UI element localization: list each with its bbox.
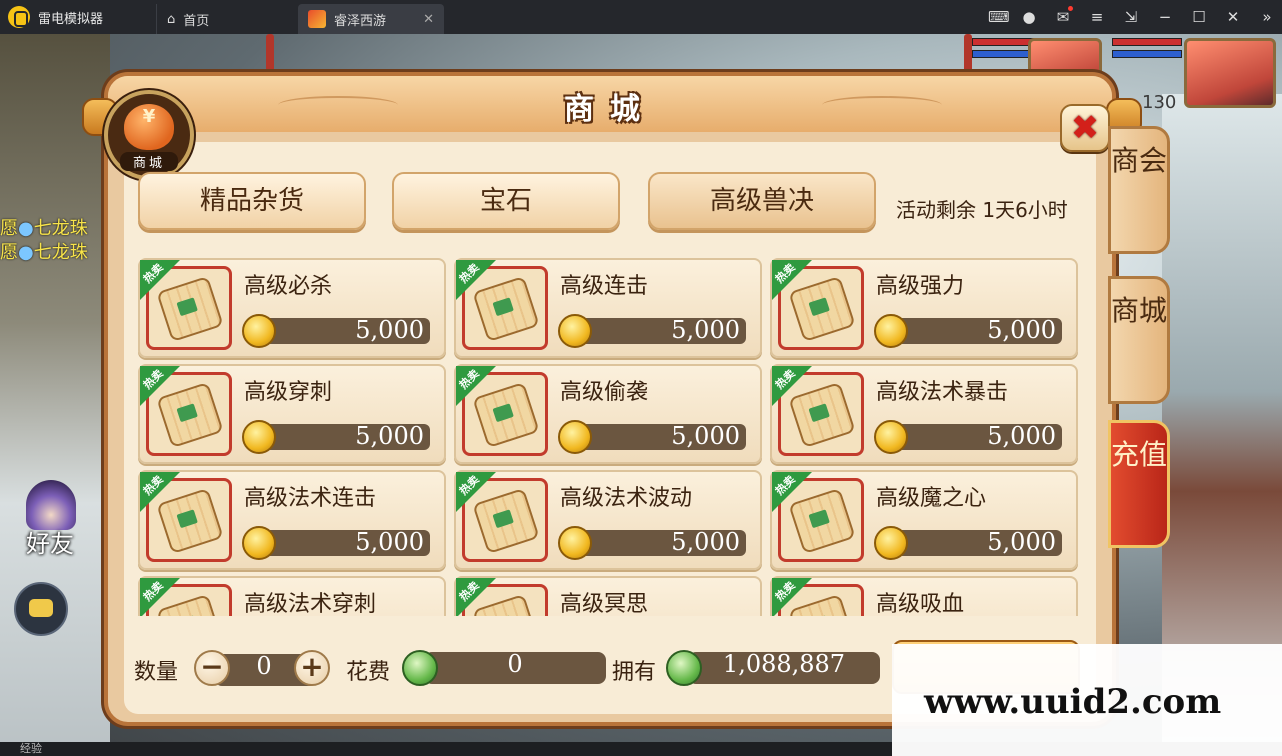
shop-item-card[interactable]: 热卖 高级必杀 5,000 — [138, 258, 446, 358]
collapse-icon[interactable]: » — [1260, 8, 1274, 26]
item-name: 高级强力 — [876, 274, 965, 299]
chat-line: 愿●七龙珠 — [0, 242, 88, 263]
emulator-titlebar: 雷电模拟器 ⌂ 首页 睿泽西游 ✕ ⌨ ● ✉ ≡ ⇲ − ☐ ✕ » — [0, 0, 1282, 34]
gold-coin-icon — [558, 420, 592, 454]
item-name: 高级法术波动 — [560, 486, 693, 511]
gold-coin-icon — [558, 314, 592, 348]
item-name: 高级魔之心 — [876, 486, 987, 511]
item-price: 5,000 — [671, 422, 740, 450]
item-name: 高级冥思 — [560, 592, 649, 616]
friend-avatar-icon — [26, 480, 76, 530]
game-icon — [308, 10, 326, 28]
cost-label: 花费 — [346, 660, 391, 685]
close-icon[interactable]: ✕ — [1226, 8, 1240, 26]
owned-label: 拥有 — [612, 660, 657, 685]
tab-home-label: 首页 — [183, 13, 210, 29]
friends-button[interactable]: 好友 — [12, 474, 92, 564]
item-name: 高级穿刺 — [244, 380, 333, 405]
event-timer: 活动剩余 1天6小时 — [896, 198, 1068, 222]
tab-home[interactable]: ⌂ 首页 — [156, 4, 296, 34]
item-price: 5,000 — [355, 528, 424, 556]
item-price: 5,000 — [671, 316, 740, 344]
item-price: 5,000 — [987, 422, 1056, 450]
item-name: 高级法术穿刺 — [244, 592, 377, 616]
shop-item-card[interactable]: 热卖 高级强力 5,000 — [770, 258, 1078, 358]
item-name: 高级法术连击 — [244, 486, 377, 511]
side-tab-guild-shop[interactable]: 商会 — [1108, 126, 1170, 254]
gold-coin-icon — [558, 526, 592, 560]
tab-game-label: 睿泽西游 — [334, 13, 387, 29]
category-general-goods[interactable]: 精品杂货 — [138, 172, 366, 230]
gold-coin-icon — [242, 420, 276, 454]
gamepad-icon[interactable]: ⌨ — [988, 8, 1010, 26]
close-x-icon: ✖ — [1070, 108, 1100, 148]
emulator-logo-icon — [8, 6, 30, 28]
gold-coin-icon — [874, 420, 908, 454]
item-price: 5,000 — [355, 316, 424, 344]
app-name: 雷电模拟器 — [38, 11, 104, 27]
window-controls: ⌨ ● ✉ ≡ ⇲ − ☐ ✕ » — [988, 0, 1274, 34]
player-level: 130 — [1142, 92, 1177, 113]
friends-label: 好友 — [26, 530, 74, 558]
shop-item-card[interactable]: 热卖 高级法术穿刺 — [138, 576, 446, 616]
side-tab-mall[interactable]: 商城 — [1108, 276, 1170, 404]
player-portrait[interactable] — [1184, 38, 1276, 108]
minimize-icon[interactable]: − — [1158, 8, 1172, 26]
user-icon[interactable]: ● — [1022, 8, 1036, 26]
maximize-icon[interactable]: ☐ — [1192, 8, 1206, 26]
category-advanced-beast-skills[interactable]: 高级兽决 — [648, 172, 876, 230]
item-price: 5,000 — [987, 528, 1056, 556]
item-name: 高级偷袭 — [560, 380, 649, 405]
watermark: www.uuid2.com — [892, 644, 1282, 756]
item-price: 5,000 — [671, 528, 740, 556]
quantity-plus-button[interactable]: + — [294, 650, 330, 686]
shop-item-card[interactable]: 热卖 高级穿刺 5,000 — [138, 364, 446, 464]
yen-symbol: ¥ — [142, 106, 156, 127]
item-name: 高级连击 — [560, 274, 649, 299]
menu-icon[interactable]: ≡ — [1090, 8, 1104, 26]
gold-coin-icon — [874, 314, 908, 348]
quantity-label: 数量 — [134, 660, 179, 685]
resize-icon[interactable]: ⇲ — [1124, 8, 1138, 26]
shop-item-card[interactable]: 热卖 高级法术暴击 5,000 — [770, 364, 1078, 464]
watermark-text: www.uuid2.com — [924, 682, 1222, 722]
mail-icon[interactable]: ✉ — [1056, 6, 1073, 26]
shop-title: 商城 — [564, 92, 656, 127]
emulator-app: 雷电模拟器 — [8, 0, 103, 34]
player-hp-mp-bars — [1112, 38, 1182, 58]
cost-value: 0 — [507, 650, 523, 678]
shop-header: 商城 — [108, 76, 1112, 132]
category-gems[interactable]: 宝石 — [392, 172, 620, 230]
item-grid[interactable]: 热卖 高级必杀 5,000 热卖 高级连击 5,000 热卖 高级强力 5,000 热卖 高级穿刺 5… — [138, 258, 1082, 616]
home-icon: ⌂ — [167, 11, 176, 27]
tab-close-icon[interactable]: ✕ — [423, 12, 434, 27]
close-shop-button[interactable]: ✖ — [1060, 104, 1110, 152]
shop-item-card[interactable]: 热卖 高级冥思 — [454, 576, 762, 616]
game-scene-left — [0, 34, 110, 756]
item-name: 高级吸血 — [876, 592, 965, 616]
item-name: 高级法术暴击 — [876, 380, 1009, 405]
item-name: 高级必杀 — [244, 274, 333, 299]
shop-item-card[interactable]: 热卖 高级魔之心 5,000 — [770, 470, 1078, 570]
quantity-minus-button[interactable]: − — [194, 650, 230, 686]
shop-emblem-label: 商城 — [120, 152, 178, 171]
shop-item-card[interactable]: 热卖 高级吸血 — [770, 576, 1078, 616]
item-price: 5,000 — [355, 422, 424, 450]
chat-line: 愿●七龙珠 — [0, 218, 88, 239]
gold-coin-icon — [874, 526, 908, 560]
item-price: 5,000 — [987, 316, 1056, 344]
shop-item-card[interactable]: 热卖 高级偷袭 5,000 — [454, 364, 762, 464]
chat-bubble-icon[interactable] — [14, 582, 68, 636]
shop-item-card[interactable]: 热卖 高级法术波动 5,000 — [454, 470, 762, 570]
shop-item-card[interactable]: 热卖 高级连击 5,000 — [454, 258, 762, 358]
side-tab-recharge[interactable]: 充值 — [1108, 420, 1170, 548]
gold-coin-icon — [242, 314, 276, 348]
tab-game[interactable]: 睿泽西游 ✕ — [298, 4, 444, 34]
gold-coin-icon — [242, 526, 276, 560]
shop-item-card[interactable]: 热卖 高级法术连击 5,000 — [138, 470, 446, 570]
shop-emblem: ¥ 商城 — [104, 90, 194, 180]
owned-value: 1,088,887 — [722, 650, 846, 678]
